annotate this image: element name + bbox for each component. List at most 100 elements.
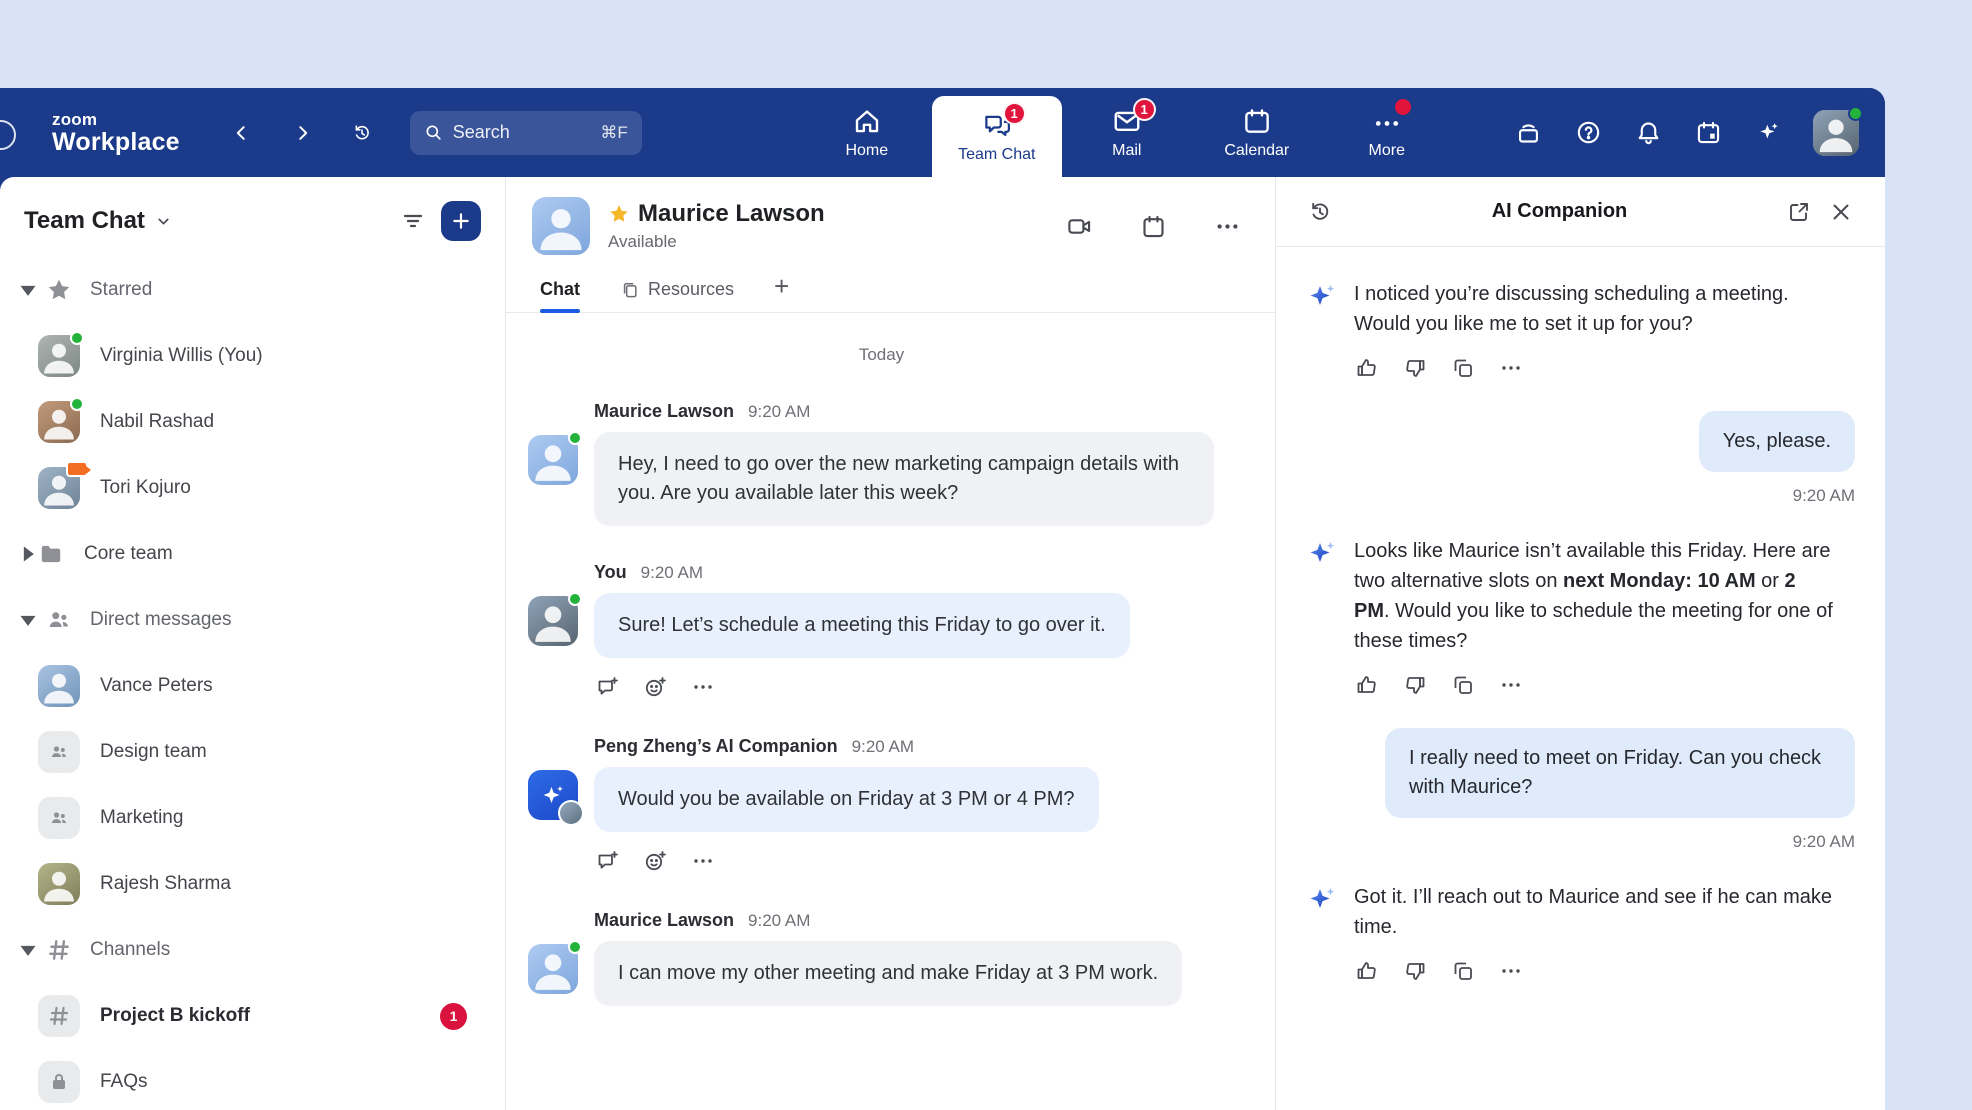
caret-right-icon[interactable] [18,544,38,564]
message-bubble: Sure! Let’s schedule a meeting this Frid… [594,593,1130,658]
nav-tab-label: Team Chat [958,146,1035,164]
thumbs-down-icon[interactable] [1402,672,1428,698]
sidebar-item-label: Tori Kojuro [100,477,481,499]
sidebar-item[interactable]: Virginia Willis (You) [0,323,505,389]
add-reaction-icon[interactable] [642,674,668,700]
thumbs-down-icon[interactable] [1402,355,1428,381]
schedule-meeting-icon[interactable] [1135,208,1171,244]
sidebar-section-direct-messages[interactable]: Direct messages [0,587,505,653]
chat-message: Maurice Lawson9:20 AMI can move my other… [528,910,1235,1006]
ai-message-list[interactable]: I noticed you’re discussing scheduling a… [1276,247,1885,1110]
peer-name: Maurice Lawson [638,200,825,228]
help-icon[interactable] [1573,118,1603,148]
history-icon[interactable] [344,115,380,151]
sidebar-section-label: Channels [90,939,170,961]
user-avatar[interactable] [1813,110,1859,156]
reply-in-thread-icon[interactable] [594,674,620,700]
app-window: zoom Workplace Search ⌘F Home1Team Chat1… [0,88,1885,1110]
nav-tab-calendar[interactable]: Calendar [1192,88,1322,177]
thumbs-down-icon[interactable] [1402,958,1428,984]
sidebar-item[interactable]: Tori Kojuro [0,455,505,521]
sidebar-title: Team Chat [24,207,145,235]
more-actions-icon[interactable] [690,848,716,874]
calendar-icon [1242,106,1272,136]
user-message-bubble: I really need to meet on Friday. Can you… [1385,728,1855,818]
peer-avatar[interactable] [532,197,590,255]
filter-icon[interactable] [395,203,431,239]
tab-chat[interactable]: Chat [540,279,580,312]
copy-icon[interactable] [1450,958,1476,984]
forward-button[interactable] [284,115,320,151]
topbar: zoom Workplace Search ⌘F Home1Team Chat1… [0,88,1885,177]
more-options-icon[interactable] [1209,208,1245,244]
message-bubble: Hey, I need to go over the new marketing… [594,432,1214,526]
sidebar-title-dropdown[interactable]: Team Chat [24,207,172,235]
sidebar-item[interactable]: Project B kickoff1 [0,983,505,1049]
caret-down-icon[interactable] [18,610,38,630]
sidebar-section-channels[interactable]: Channels [0,917,505,983]
main-nav-tabs: Home1Team Chat1MailCalendarMore [802,88,1452,177]
folder-icon [38,541,64,567]
nav-tab-label: More [1369,142,1405,160]
sidebar-item-label: Rajesh Sharma [100,873,481,895]
contact-avatar [38,665,80,707]
sidebar-item[interactable]: FAQs [0,1049,505,1110]
rooms-icon[interactable] [1513,118,1543,148]
chat-tabs: Chat Resources + [506,265,1275,313]
more-actions-icon[interactable] [690,674,716,700]
sidebar-item-label: Virginia Willis (You) [100,345,481,367]
calendar-date-icon[interactable] [1693,118,1723,148]
ai-companion-icon[interactable] [1753,118,1783,148]
close-icon[interactable] [1823,194,1859,230]
tab-resources[interactable]: Resources [620,279,734,312]
home-icon [852,106,882,136]
pages-icon [620,280,640,300]
hash-avatar [38,995,80,1037]
caret-down-icon[interactable] [18,940,38,960]
ai-user-message: I really need to meet on Friday. Can you… [1306,728,1855,852]
reply-in-thread-icon[interactable] [594,848,620,874]
sidebar-item[interactable]: Design team [0,719,505,785]
copy-icon[interactable] [1450,355,1476,381]
sender-avatar [528,435,578,485]
add-tab-button[interactable]: + [774,271,789,312]
notifications-icon[interactable] [1633,118,1663,148]
caret-down-icon[interactable] [18,280,38,300]
video-call-icon[interactable] [1061,208,1097,244]
nav-tab-home[interactable]: Home [802,88,932,177]
ai-history-icon[interactable] [1302,194,1338,230]
mail-icon: 1 [1112,106,1142,136]
nav-tab-more[interactable]: More [1322,88,1452,177]
nav-tab-team-chat[interactable]: 1Team Chat [932,96,1062,177]
add-reaction-icon[interactable] [642,848,668,874]
person-silhouette [38,863,80,905]
thumbs-up-icon[interactable] [1354,958,1380,984]
ai-user-message: Yes, please.9:20 AM [1306,411,1855,506]
ai-message-text: I noticed you’re discussing scheduling a… [1354,279,1836,339]
search-input[interactable]: Search ⌘F [410,111,642,155]
sidebar-item-label: Core team [84,543,481,565]
message-actions [594,674,1130,700]
thumbs-up-icon[interactable] [1354,672,1380,698]
thumbs-up-icon[interactable] [1354,355,1380,381]
message-list[interactable]: Today Maurice Lawson9:20 AMHey, I need t… [506,313,1275,1110]
sidebar-section-label: Direct messages [90,609,232,631]
copy-icon[interactable] [1450,672,1476,698]
sidebar-item[interactable]: Vance Peters [0,653,505,719]
nav-tab-mail[interactable]: 1Mail [1062,88,1192,177]
sidebar-section-starred[interactable]: Starred [0,257,505,323]
sidebar-item[interactable]: Marketing [0,785,505,851]
add-chat-button[interactable] [441,201,481,241]
more-actions-icon[interactable] [1498,355,1524,381]
starred-icon[interactable] [608,203,630,225]
more-actions-icon[interactable] [1498,672,1524,698]
pop-out-icon[interactable] [1781,194,1817,230]
sidebar-item[interactable]: Rajesh Sharma [0,851,505,917]
sidebar: Team Chat Starred Virginia Willis (You) Na… [0,177,506,1110]
contact-avatar [38,467,80,509]
sidebar-item[interactable]: Nabil Rashad [0,389,505,455]
back-button[interactable] [224,115,260,151]
sidebar-item[interactable]: Core team [0,521,505,587]
more-actions-icon[interactable] [1498,958,1524,984]
message-header: You9:20 AM [594,562,1130,583]
